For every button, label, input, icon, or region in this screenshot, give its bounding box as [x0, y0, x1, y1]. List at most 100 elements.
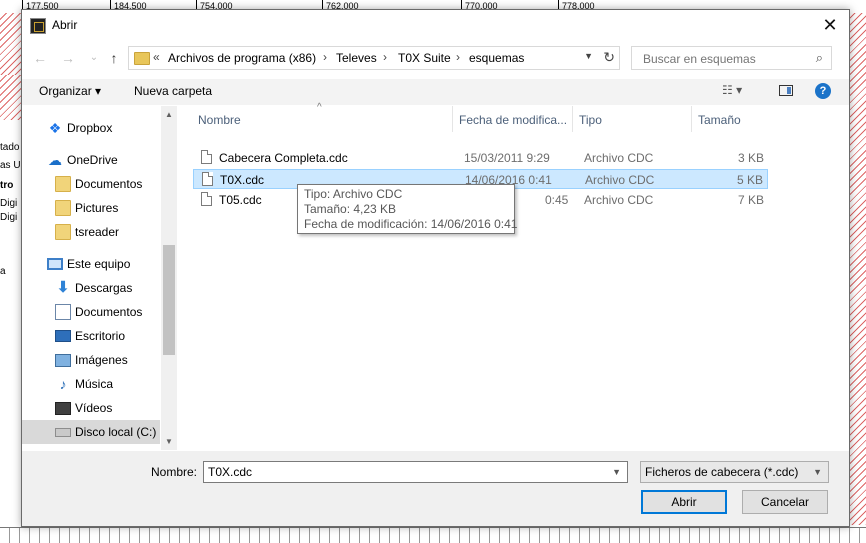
breadcrumb-item[interactable]: Televes [336, 51, 377, 65]
sidebar-item-label: Vídeos [75, 401, 113, 415]
navigation-scrollbar[interactable]: ▲ ▼ [161, 106, 177, 450]
close-button[interactable]: ✕ [819, 14, 841, 36]
tooltip-line: Tamaño: 4,23 KB [304, 202, 397, 216]
breadcrumb-item[interactable]: Archivos de programa (x86) [168, 51, 316, 65]
chevron-down-icon[interactable]: ▼ [813, 467, 822, 477]
dialog-footer: Nombre: T0X.cdc ▼ Ficheros de cabecera (… [22, 451, 849, 526]
organize-button[interactable]: Organizar ▾ [39, 84, 101, 98]
sidebar-item-dropbox[interactable]: ❖ Dropbox [22, 116, 160, 140]
sidebar-item-imagenes[interactable]: Imágenes [22, 348, 160, 372]
sidebar-item-label: Imágenes [75, 353, 128, 367]
background-text: Digi [0, 212, 18, 223]
file-icon [202, 172, 213, 186]
address-bar[interactable]: « Archivos de programa (x86) › Televes ›… [128, 46, 620, 70]
sidebar-item-videos[interactable]: Vídeos [22, 396, 160, 420]
recent-locations-button[interactable]: ⌄ [84, 48, 104, 68]
file-type-value: Ficheros de cabecera (*.cdc) [645, 465, 799, 479]
help-icon[interactable]: ? [815, 83, 831, 99]
sidebar-item-disco-local[interactable]: Disco local (C:) [22, 420, 160, 444]
open-file-dialog: Abrir ✕ ← → ⌄ ↑ « Archivos de programa (… [21, 9, 850, 527]
background-text: tado [0, 142, 20, 153]
sidebar-item-label: Este equipo [67, 257, 131, 271]
dialog-title: Abrir [52, 18, 78, 32]
background-text: as U [0, 160, 21, 171]
tooltip-line: Fecha de modificación: 14/06/2016 0:41 [304, 217, 518, 231]
images-icon [55, 354, 71, 367]
sidebar-item-documentos[interactable]: Documentos [22, 172, 160, 196]
column-header-label: Tipo [579, 113, 602, 127]
sidebar-item-musica[interactable]: ♪ Música [22, 372, 160, 396]
scroll-up-icon[interactable]: ▲ [161, 110, 177, 119]
file-list: ^ Nombre Fecha de modifica... Tipo Tamañ… [177, 102, 849, 450]
column-header-label: Fecha de modifica... [459, 113, 568, 127]
file-name: T05.cdc [219, 193, 262, 207]
up-button[interactable]: ↑ [104, 48, 124, 68]
sidebar-item-documentos-2[interactable]: Documentos [22, 300, 160, 324]
cancel-button[interactable]: Cancelar [742, 490, 828, 514]
file-tooltip: Tipo: Archivo CDC Tamaño: 4,23 KB Fecha … [297, 184, 518, 234]
file-row[interactable]: Cabecera Completa.cdc 15/03/2011 9:29 Ar… [193, 148, 768, 168]
download-icon: ⬇ [56, 279, 70, 296]
sidebar-item-descargas[interactable]: ⬇ Descargas [22, 276, 160, 300]
sidebar-item-label: Dropbox [67, 121, 113, 135]
file-type: Archivo CDC [585, 173, 655, 187]
videos-icon [55, 402, 71, 415]
sidebar-item-label: Escritorio [75, 329, 126, 343]
sidebar-item-pictures[interactable]: Pictures [22, 196, 160, 220]
disk-icon [55, 428, 71, 437]
forward-button[interactable]: → [58, 48, 78, 68]
sidebar-item-label: Música [75, 377, 114, 391]
scrollbar-thumb[interactable] [163, 245, 175, 355]
file-name-input[interactable]: T0X.cdc ▼ [203, 461, 628, 483]
breadcrumb-overflow[interactable]: « [153, 50, 160, 64]
sidebar-item-escritorio[interactable]: Escritorio [22, 324, 160, 348]
dropbox-icon: ❖ [48, 120, 62, 136]
sidebar-item-label: Documentos [75, 305, 143, 319]
new-folder-button[interactable]: Nueva carpeta [134, 84, 212, 98]
sidebar-item-label: tsreader [75, 225, 120, 239]
file-size: 7 KB [737, 193, 764, 207]
breadcrumb-separator[interactable]: › [456, 50, 460, 64]
title-bar[interactable]: Abrir ✕ [22, 10, 849, 40]
desktop-icon [55, 330, 71, 342]
file-type: Archivo CDC [584, 193, 654, 207]
sidebar-item-label: Pictures [75, 201, 119, 215]
search-box[interactable]: ⌕ [631, 46, 832, 70]
background-text: tro [0, 180, 14, 191]
open-button[interactable]: Abrir [641, 490, 727, 514]
documents-icon [55, 304, 71, 320]
column-header-label: Tamaño [698, 113, 741, 127]
view-options-button[interactable]: ☷ ▾ [722, 83, 742, 97]
search-icon[interactable]: ⌕ [816, 50, 823, 66]
column-header-size[interactable]: Tamaño [692, 106, 768, 132]
refresh-button[interactable]: ↻ [603, 49, 615, 66]
sidebar-item-tsreader[interactable]: tsreader [22, 220, 160, 244]
file-icon [201, 150, 212, 164]
sidebar-item-este-equipo[interactable]: Este equipo [22, 252, 160, 276]
computer-icon [47, 258, 63, 270]
back-button[interactable]: ← [30, 48, 50, 68]
preview-pane-icon[interactable] [779, 85, 793, 96]
chevron-down-icon[interactable]: ▼ [584, 51, 593, 61]
column-header-date[interactable]: Fecha de modifica... [453, 106, 572, 132]
navigation-bar: ← → ⌄ ↑ « Archivos de programa (x86) › T… [22, 44, 849, 72]
folder-icon [134, 52, 150, 65]
sidebar-item-onedrive[interactable]: ☁ OneDrive [22, 148, 160, 172]
sidebar-item-label: Descargas [75, 281, 133, 295]
column-header-type[interactable]: Tipo [573, 106, 691, 132]
search-input[interactable] [641, 51, 805, 67]
scroll-down-icon[interactable]: ▼ [161, 437, 177, 446]
file-name: T0X.cdc [220, 173, 265, 187]
breadcrumb-item[interactable]: T0X Suite [398, 51, 451, 65]
chevron-down-icon[interactable]: ▼ [612, 467, 621, 477]
file-name-label: Nombre: [151, 465, 198, 479]
file-type-select[interactable]: Ficheros de cabecera (*.cdc) ▼ [640, 461, 829, 483]
background-ruler-bottom [0, 527, 866, 543]
file-name-value[interactable]: T0X.cdc [208, 465, 252, 479]
breadcrumb-separator[interactable]: › [323, 50, 327, 64]
breadcrumb-item[interactable]: esquemas [469, 51, 524, 65]
file-date: 0:45 [545, 193, 569, 207]
column-header-name[interactable]: Nombre [193, 106, 452, 132]
breadcrumb-separator[interactable]: › [383, 50, 387, 64]
music-icon: ♪ [59, 376, 67, 392]
